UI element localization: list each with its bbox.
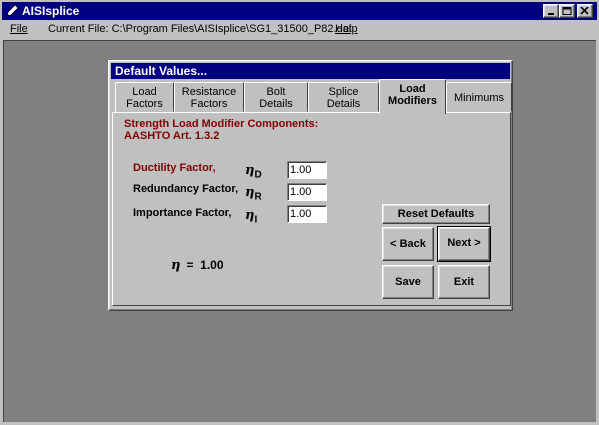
eta-total-equals: =	[186, 258, 194, 272]
maximize-button[interactable]	[559, 4, 575, 18]
dialog-title[interactable]: Default Values...	[111, 63, 510, 79]
minimize-icon	[548, 13, 554, 15]
next-label: Next >	[447, 237, 481, 249]
section-title: Strength Load Modifier Components: AASHT…	[124, 118, 318, 142]
eta-total-readout: η = 1.00	[171, 258, 224, 273]
close-button[interactable]	[577, 4, 593, 18]
tab-bolt-details[interactable]: Bolt Details	[244, 82, 308, 112]
close-icon	[580, 7, 589, 15]
ductility-factor-label: Ductility Factor,	[133, 162, 216, 174]
eta-total-symbol: η	[171, 258, 181, 273]
section-title-line1: Strength Load Modifier Components:	[124, 118, 319, 130]
tab-label-line1: Load	[399, 83, 426, 95]
eta-d-symbol: ηD	[245, 163, 262, 181]
tab-label-line2: Details	[326, 98, 361, 110]
tab-label-line1: Minimums	[453, 92, 505, 104]
exit-button[interactable]: Exit	[438, 265, 490, 299]
tab-label-line2: Modifiers	[388, 95, 437, 107]
window-title: AISIsplice	[22, 4, 80, 18]
tab-resistance-factors[interactable]: Resistance Factors	[174, 82, 244, 112]
save-label: Save	[395, 276, 421, 288]
section-title-line2: AASHTO Art. 1.3.2	[124, 130, 220, 142]
ductility-factor-input[interactable]	[287, 161, 327, 179]
default-values-dialog: Default Values... Load Factors Resistanc…	[108, 60, 513, 311]
reset-defaults-button[interactable]: Reset Defaults	[382, 204, 490, 224]
eta-r-symbol: ηR	[245, 185, 262, 203]
back-label: < Back	[390, 238, 426, 250]
menu-file-label: File	[10, 23, 28, 35]
eta-i-symbol: ηI	[245, 208, 257, 226]
next-button[interactable]: Next >	[437, 226, 491, 262]
eta-subscript: D	[254, 169, 262, 181]
menu-file[interactable]: File	[10, 23, 28, 35]
app-pen-icon	[6, 4, 19, 17]
tab-minimums[interactable]: Minimums	[446, 82, 512, 112]
importance-factor-label: Importance Factor,	[133, 207, 232, 219]
tab-label-line1: Load	[132, 86, 157, 98]
redundancy-factor-input[interactable]	[287, 183, 327, 201]
menu-help[interactable]: Help	[335, 23, 358, 35]
eta-subscript: I	[254, 214, 258, 226]
tab-label-line1: Resistance	[181, 86, 237, 98]
back-button[interactable]: < Back	[382, 227, 434, 261]
current-file-path: Current File: C:\Program Files\AISIsplic…	[48, 23, 352, 35]
maximize-icon	[562, 7, 572, 15]
tab-load-modifiers[interactable]: Load Modifiers	[379, 79, 446, 114]
minimize-button[interactable]	[543, 4, 559, 18]
tab-label-line1: Bolt	[266, 86, 286, 98]
tab-label-line2: Factors	[190, 98, 228, 110]
tab-splice-details[interactable]: Splice Details	[308, 82, 379, 112]
eta-total-value: 1.00	[200, 258, 224, 272]
exit-label: Exit	[453, 276, 475, 288]
menu-help-label: Help	[335, 23, 358, 35]
app-window: AISIsplice File Current File: C:\Program…	[0, 0, 599, 425]
tab-label-line2: Details	[259, 98, 293, 110]
menu-bar: File Current File: C:\Program Files\AISI…	[2, 20, 597, 38]
eta-subscript: R	[254, 191, 262, 203]
title-bar[interactable]: AISIsplice	[2, 2, 597, 20]
reset-defaults-label: Reset Defaults	[397, 208, 475, 220]
redundancy-factor-label: Redundancy Factor,	[133, 183, 239, 195]
tab-label-line2: Factors	[126, 98, 163, 110]
tab-label-line1: Splice	[328, 86, 359, 98]
tab-load-factors[interactable]: Load Factors	[115, 82, 174, 112]
save-button[interactable]: Save	[382, 265, 434, 299]
importance-factor-input[interactable]	[287, 205, 327, 223]
